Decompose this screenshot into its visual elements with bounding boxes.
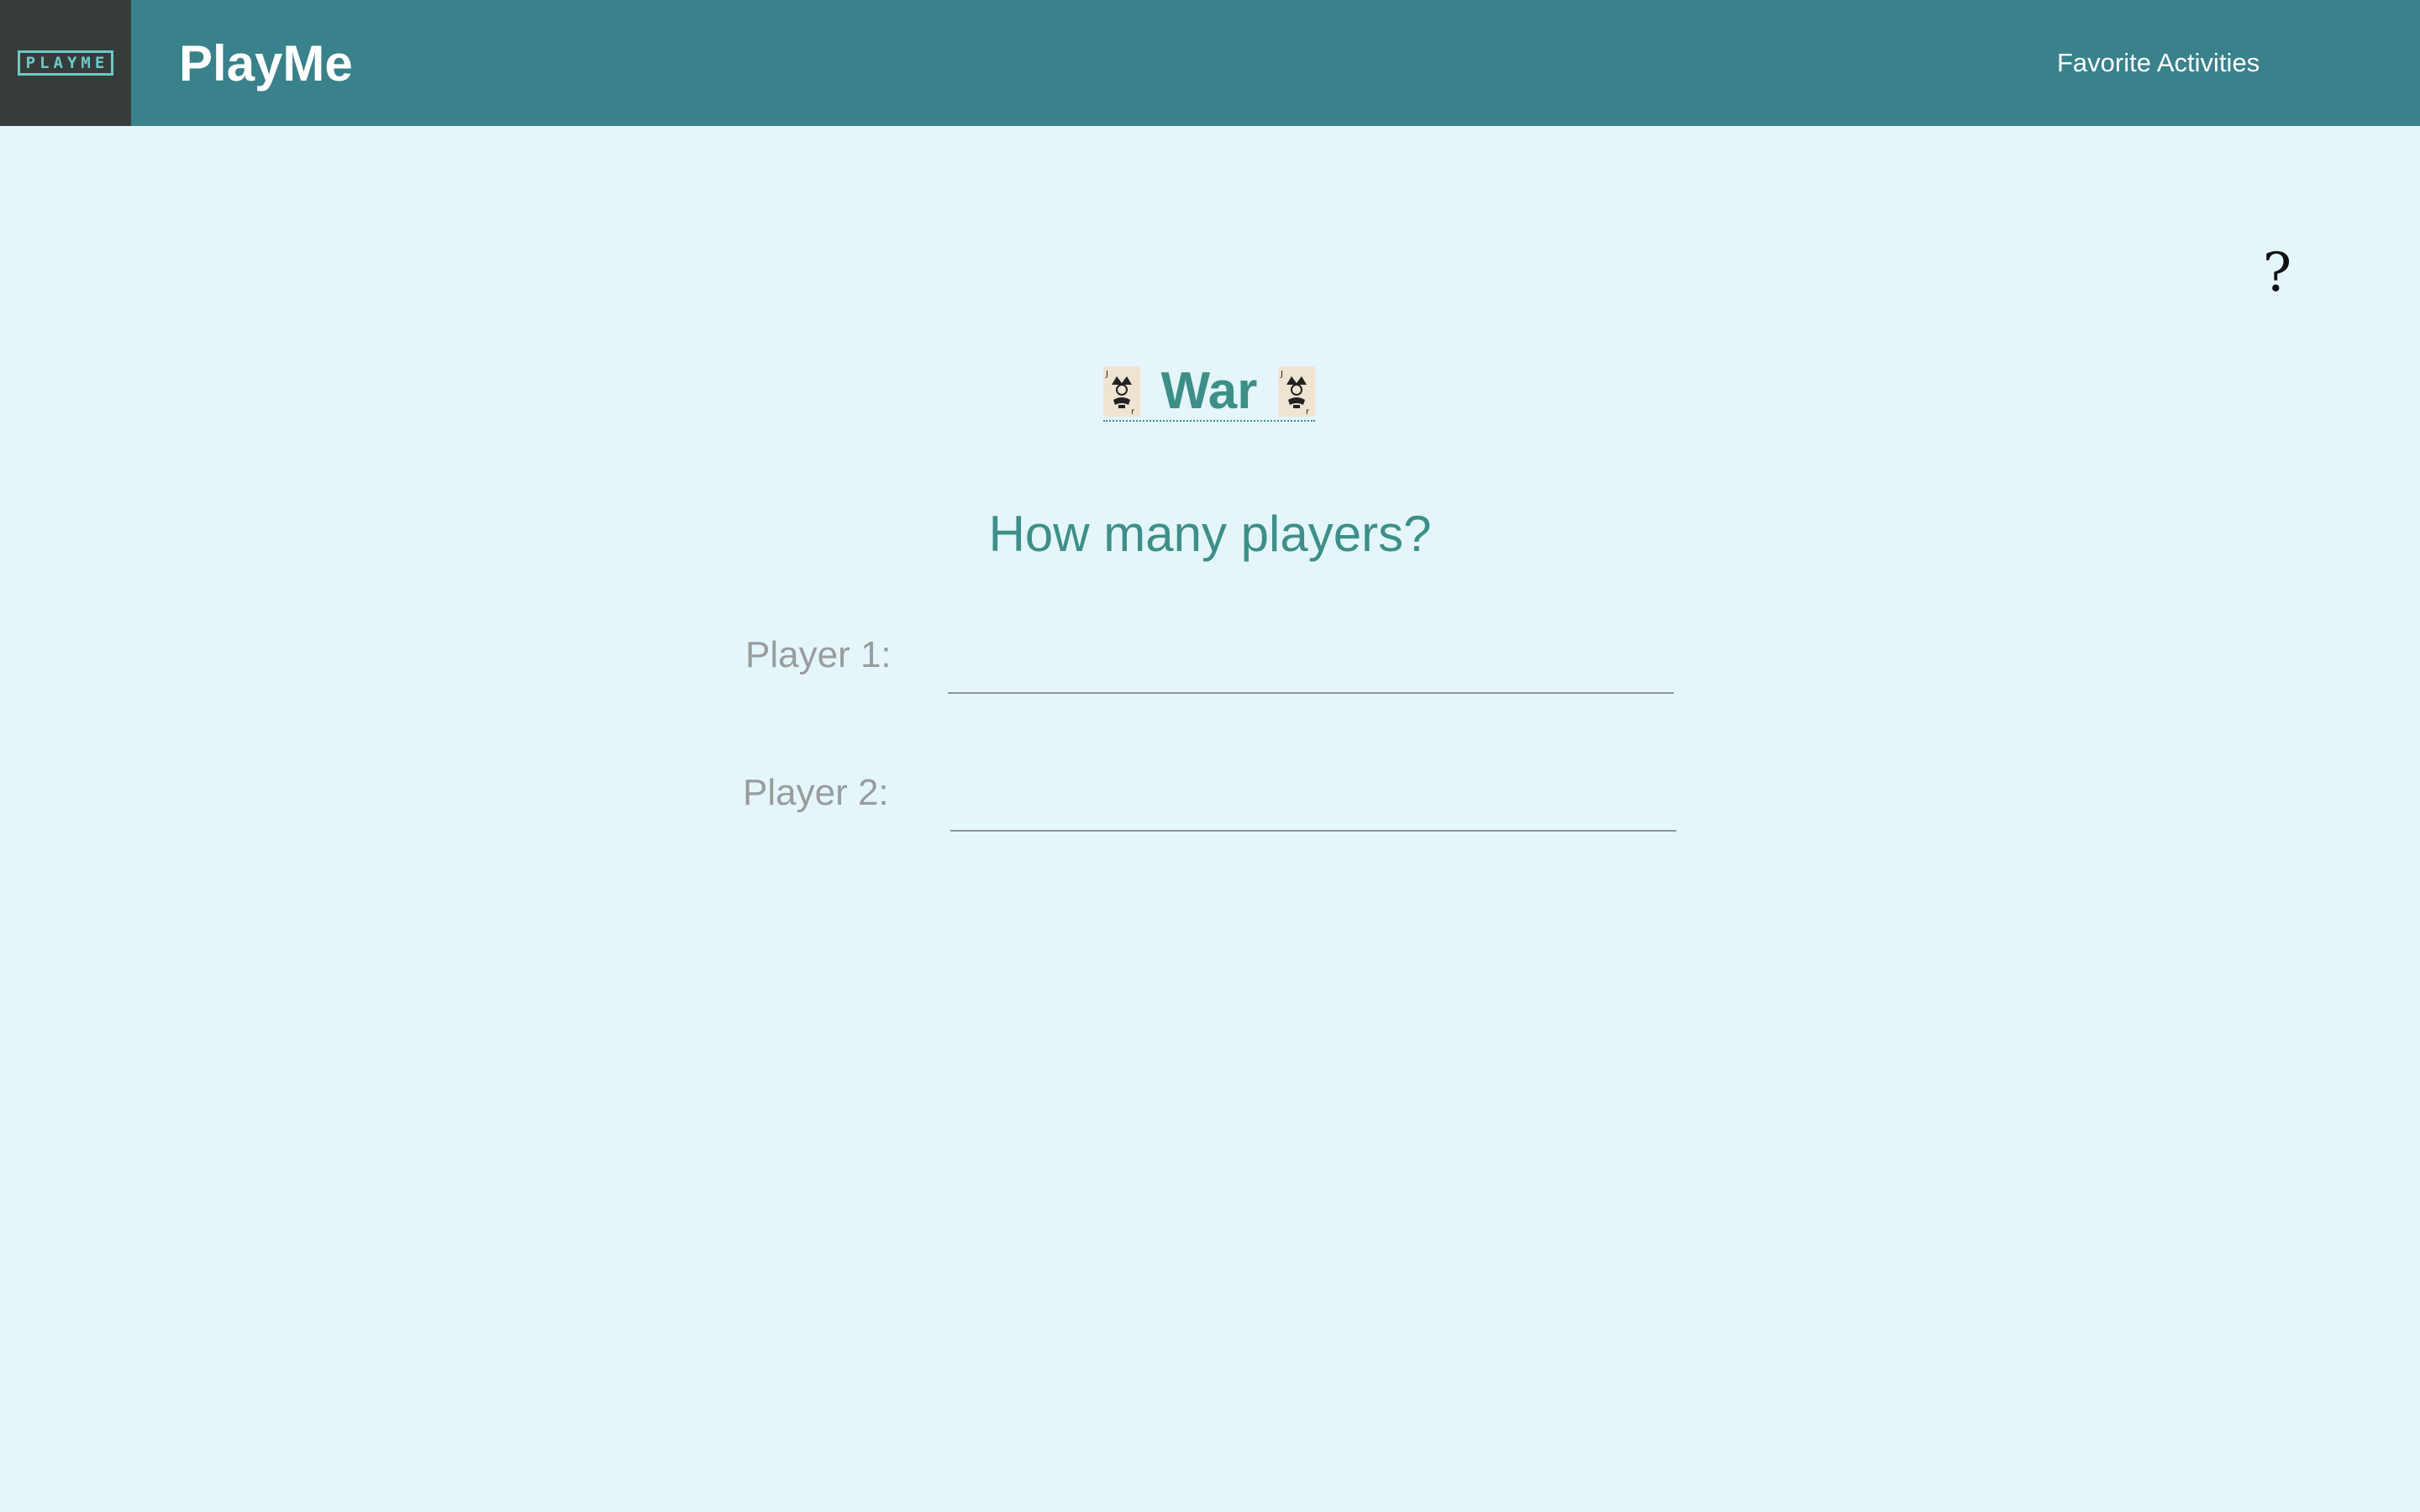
player-1-input[interactable]	[948, 642, 1674, 694]
help-icon[interactable]: ?	[2260, 244, 2294, 302]
game-title: J r War J r	[1103, 362, 1315, 422]
player-1-label: Player 1:	[745, 634, 892, 675]
svg-text:r: r	[1131, 407, 1135, 417]
svg-text:J: J	[1280, 370, 1283, 379]
top-navbar: PLAYME PlayMe Favorite Activities	[0, 0, 2420, 126]
svg-text:r: r	[1306, 407, 1310, 417]
player-2-input[interactable]	[950, 780, 1676, 832]
player-2-label: Player 2:	[743, 772, 889, 813]
game-title-text: War	[1160, 362, 1258, 420]
jack-card-icon: J r	[1277, 366, 1315, 417]
logo-text: PLAYME	[17, 50, 114, 76]
brand-title[interactable]: PlayMe	[179, 34, 353, 94]
players-question: How many players?	[988, 506, 1432, 562]
logo[interactable]: PLAYME	[0, 0, 131, 126]
nav-favorite-activities-link[interactable]: Favorite Activities	[2057, 48, 2260, 78]
svg-text:J: J	[1105, 370, 1108, 379]
jack-card-icon: J r	[1103, 366, 1140, 417]
